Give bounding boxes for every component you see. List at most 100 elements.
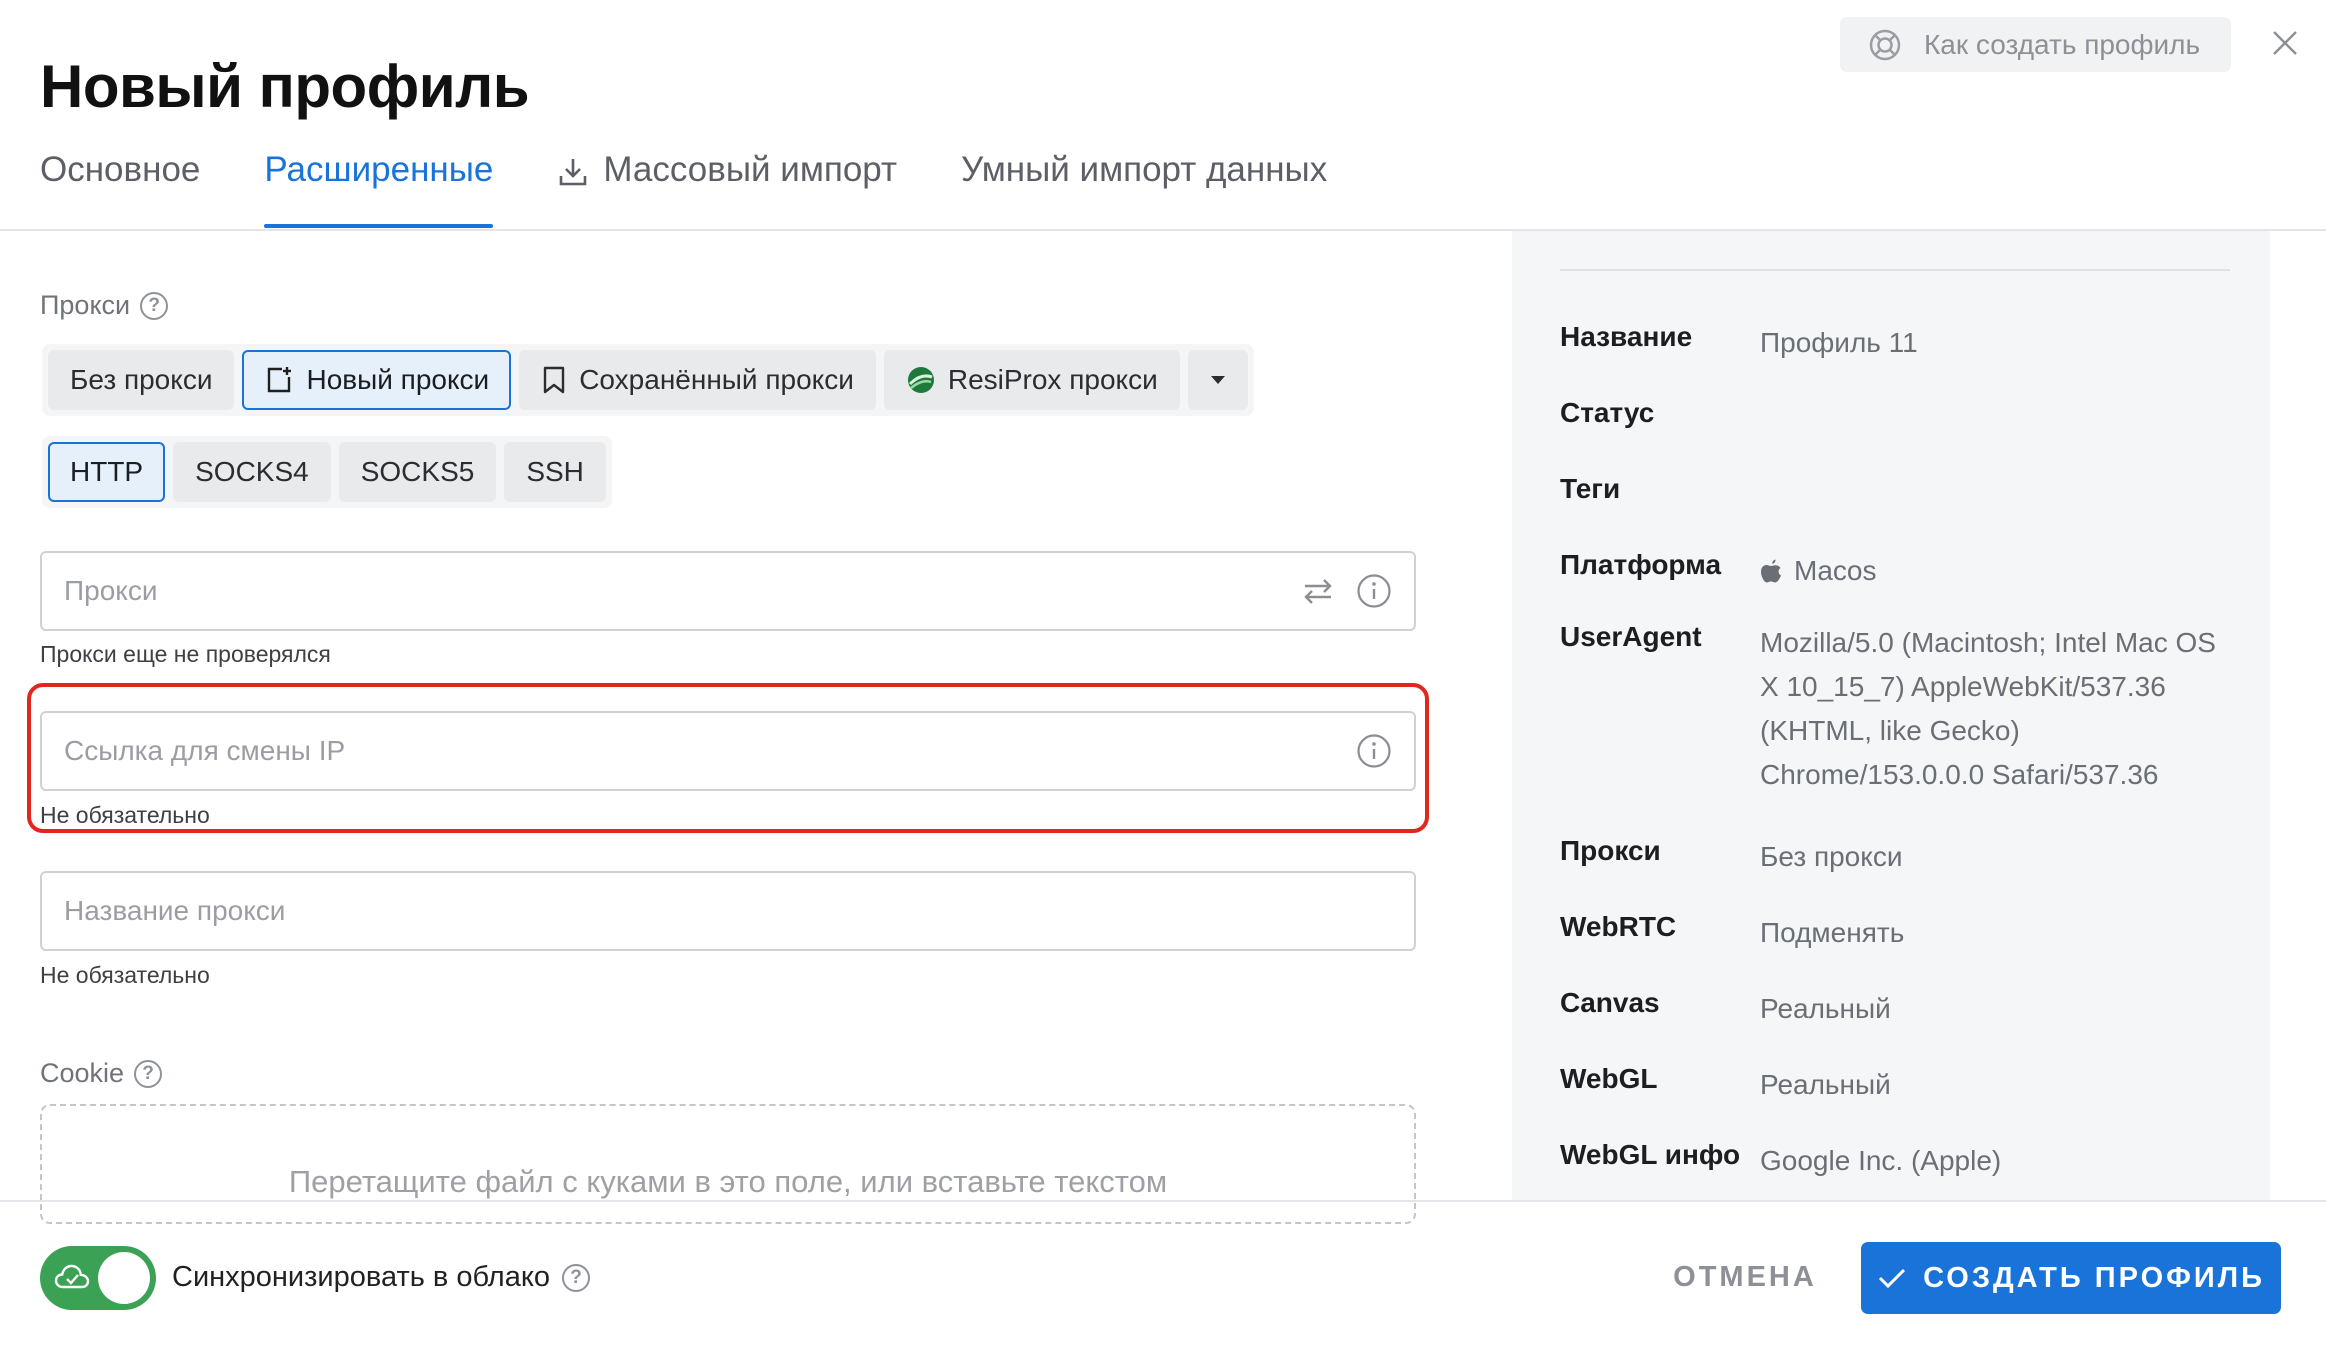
tab-bulk-import[interactable]: Массовый импорт <box>557 150 897 230</box>
info-icon[interactable] <box>1356 733 1392 769</box>
protocol-socks5[interactable]: SOCKS5 <box>338 442 497 502</box>
cloud-check-icon <box>54 1262 90 1292</box>
protocol-label: SOCKS5 <box>360 456 475 487</box>
help-icon[interactable]: ? <box>562 1263 590 1292</box>
summary-key: Статус <box>1560 397 1655 428</box>
tab-smart-import[interactable]: Умный импорт данных <box>961 150 1327 230</box>
summary-row-name: Название Профиль 11 <box>1560 321 2230 365</box>
no-proxy-option[interactable]: Без прокси <box>48 350 235 410</box>
sync-cloud-label: Синхронизировать в облако ? <box>172 1261 590 1294</box>
proxy-input-placeholder: Прокси <box>64 575 158 606</box>
proxy-name-placeholder: Название прокси <box>64 895 286 926</box>
summary-key: Прокси <box>1560 835 1661 866</box>
cookie-label-text: Cookie <box>40 1058 125 1088</box>
ip-change-url-input[interactable]: Ссылка для смены IP <box>40 711 1416 791</box>
resiprox-logo-icon <box>906 365 936 395</box>
summary-row-platform: Платформа Macos <box>1560 549 2230 593</box>
cookie-section-label: Cookie ? <box>40 1058 163 1089</box>
summary-row-useragent: UserAgent Mozilla/5.0 (Macintosh; Intel … <box>1560 621 2230 797</box>
tab-label: Умный импорт данных <box>961 150 1328 189</box>
create-profile-label: СОЗДАТЬ ПРОФИЛЬ <box>1923 1261 2265 1294</box>
summary-value: Mozilla/5.0 (Macintosh; Intel Mac OS X 1… <box>1760 627 2216 790</box>
summary-key: WebGL инфо <box>1560 1139 1741 1170</box>
summary-row-webgl: WebGL Реальный <box>1560 1063 2230 1107</box>
proxy-section-label: Прокси ? <box>40 290 169 321</box>
summary-value: Реальный <box>1760 993 1891 1024</box>
summary-value: Профиль 11 <box>1760 327 1918 358</box>
sync-label-text: Синхронизировать в облако <box>172 1261 550 1293</box>
close-icon[interactable] <box>2270 28 2300 58</box>
cancel-button[interactable]: ОТМЕНА <box>1660 1242 1830 1312</box>
how-to-create-profile-label: Как создать профиль <box>1924 28 2201 60</box>
create-profile-button[interactable]: СОЗДАТЬ ПРОФИЛЬ <box>1861 1242 2281 1314</box>
summary-row-status: Статус <box>1560 397 2230 429</box>
tab-bar: Основное Расширенные Массовый импорт Умн… <box>40 150 1391 230</box>
protocol-label: HTTP <box>70 456 144 487</box>
ip-change-hint: Не обязательно <box>40 802 210 828</box>
ip-change-placeholder: Ссылка для смены IP <box>64 735 346 766</box>
protocol-http[interactable]: HTTP <box>48 442 166 502</box>
option-label: Без прокси <box>70 364 213 395</box>
summary-row-canvas: Canvas Реальный <box>1560 987 2230 1031</box>
proxy-mode-selector: Без прокси Новый прокси Сохранённый прок… <box>42 344 1254 416</box>
toggle-knob <box>98 1252 150 1304</box>
check-icon <box>1877 1266 1907 1290</box>
help-icon[interactable]: ? <box>140 291 169 320</box>
tab-label: Основное <box>40 150 201 189</box>
info-icon[interactable] <box>1356 573 1392 609</box>
summary-value: Подменять <box>1760 917 1905 948</box>
protocol-selector: HTTP SOCKS4 SOCKS5 SSH <box>42 436 612 508</box>
dropzone-text: Перетащите файл с куками в это поле, или… <box>288 1164 1168 1199</box>
platform-value: Macos <box>1794 555 1877 586</box>
page-title: Новый профиль <box>40 53 530 120</box>
summary-key: WebGL <box>1560 1063 1658 1094</box>
help-icon[interactable]: ? <box>134 1059 163 1088</box>
proxy-label-text: Прокси <box>40 290 131 320</box>
protocol-label: SSH <box>526 456 584 487</box>
proxy-status-hint: Прокси еще не проверялся <box>40 641 331 667</box>
protocol-socks4[interactable]: SOCKS4 <box>173 442 331 502</box>
summary-value: Без прокси <box>1760 841 1903 872</box>
divider <box>1560 269 2230 271</box>
saved-proxy-option[interactable]: Сохранённый прокси <box>519 350 876 410</box>
summary-value: Macos <box>1760 549 2230 593</box>
summary-key: Теги <box>1560 473 1621 504</box>
summary-key: Canvas <box>1560 987 1660 1018</box>
tab-basic[interactable]: Основное <box>40 150 200 230</box>
summary-row-tags: Теги <box>1560 473 2230 505</box>
bookmark-icon <box>541 365 567 395</box>
summary-row-webgl-info: WebGL инфо Google Inc. (Apple) <box>1560 1139 2230 1183</box>
sync-cloud-toggle[interactable] <box>40 1246 156 1310</box>
summary-key: Платформа <box>1560 549 1722 580</box>
proxy-name-hint: Не обязательно <box>40 962 210 988</box>
cookie-dropzone[interactable]: Перетащите файл с куками в это поле, или… <box>40 1104 1416 1224</box>
summary-value <box>1760 397 2230 429</box>
footer-divider <box>0 1200 2326 1202</box>
lifebuoy-icon <box>1868 28 1902 62</box>
summary-row-proxy: Прокси Без прокси <box>1560 835 2230 879</box>
tab-label: Массовый импорт <box>603 150 898 189</box>
protocol-ssh[interactable]: SSH <box>504 442 606 502</box>
summary-value <box>1760 473 2230 505</box>
new-proxy-icon <box>264 365 294 395</box>
caret-down-icon <box>1210 375 1226 385</box>
proxy-name-input[interactable]: Название прокси <box>40 871 1416 951</box>
more-options-dropdown[interactable] <box>1187 350 1248 410</box>
summary-value: Google Inc. (Apple) <box>1760 1145 2002 1176</box>
swap-arrows-icon[interactable] <box>1302 575 1334 607</box>
summary-key: WebRTC <box>1560 911 1677 942</box>
proxy-input[interactable]: Прокси <box>40 551 1416 631</box>
option-label: ResiProx прокси <box>947 364 1158 395</box>
summary-row-webrtc: WebRTC Подменять <box>1560 911 2230 955</box>
resiprox-proxy-option[interactable]: ResiProx прокси <box>883 350 1180 410</box>
tab-advanced[interactable]: Расширенные <box>264 150 494 230</box>
profile-summary-panel: Название Профиль 11 Статус Теги Платформ… <box>1512 231 2270 1201</box>
summary-key: Название <box>1560 321 1693 352</box>
summary-value: Реальный <box>1760 1069 1891 1100</box>
protocol-label: SOCKS4 <box>195 456 309 487</box>
how-to-create-profile-button[interactable]: Как создать профиль <box>1840 17 2231 72</box>
option-label: Сохранённый прокси <box>579 364 854 395</box>
summary-key: UserAgent <box>1560 621 1702 652</box>
new-proxy-option[interactable]: Новый прокси <box>242 350 512 410</box>
apple-icon <box>1760 558 1782 584</box>
